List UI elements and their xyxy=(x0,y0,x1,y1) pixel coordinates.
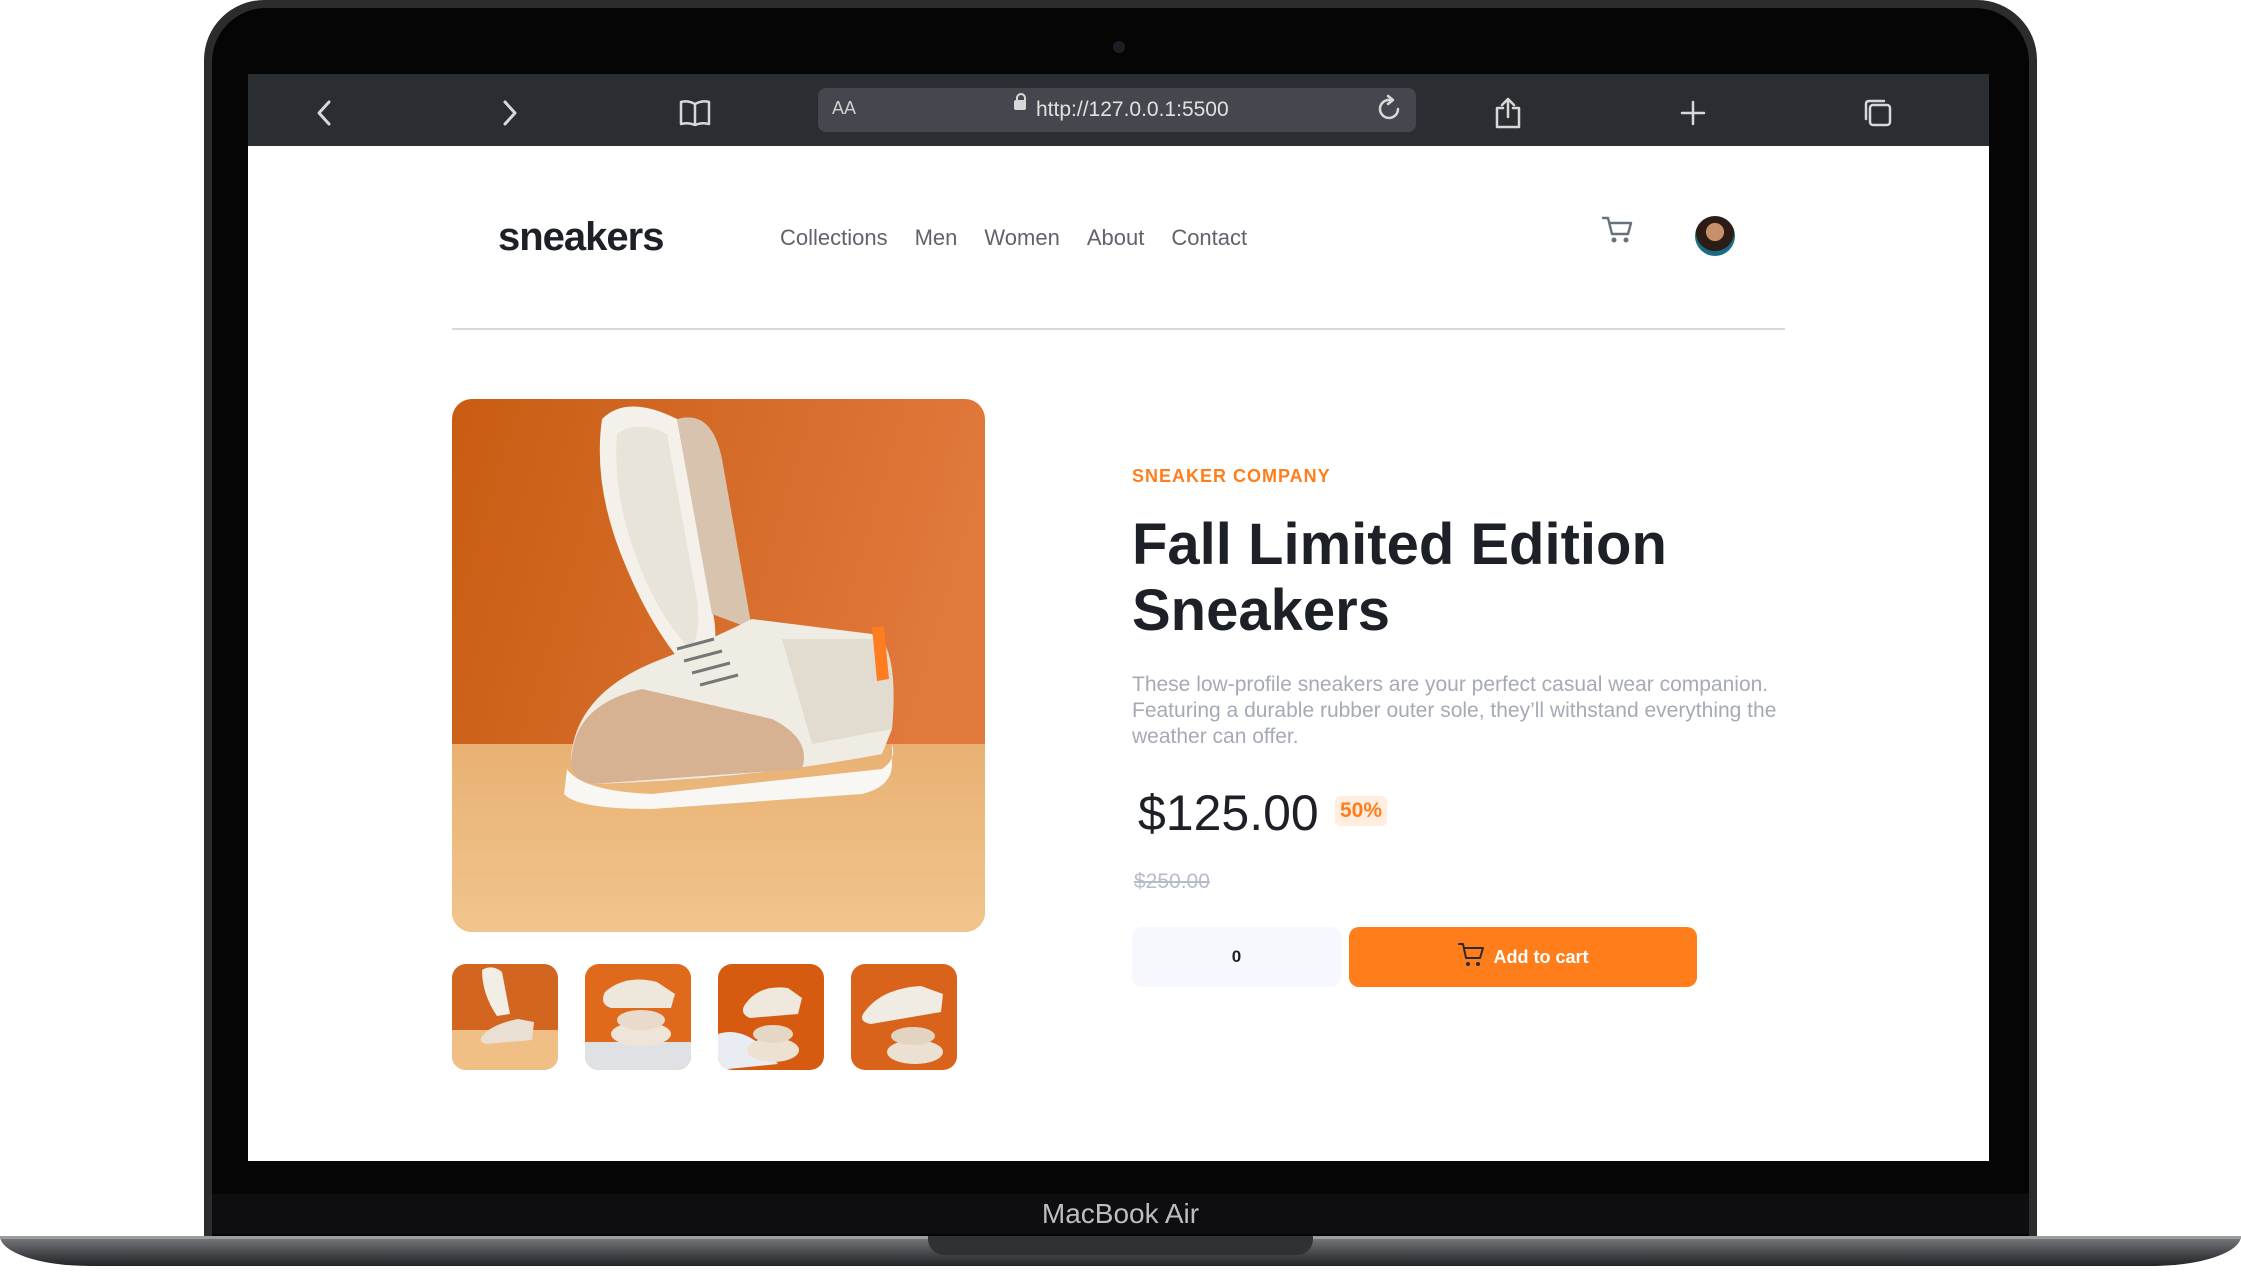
nav-men[interactable]: Men xyxy=(915,225,958,251)
new-tab-icon[interactable] xyxy=(1663,74,1723,146)
company-label: SNEAKER COMPANY xyxy=(1132,466,1331,486)
quantity-stepper[interactable]: 0 xyxy=(1132,927,1341,987)
user-avatar[interactable] xyxy=(1695,216,1735,256)
thumbnail-3[interactable] xyxy=(718,964,824,1070)
cart-icon xyxy=(1457,940,1487,975)
discount-badge: 50% xyxy=(1335,796,1388,826)
thumbnail-2[interactable] xyxy=(585,964,691,1070)
product-price: $125.00 xyxy=(1138,785,1319,841)
reader-aa-icon[interactable]: AA xyxy=(832,98,856,119)
nav-about[interactable]: About xyxy=(1087,225,1145,251)
add-to-cart-button[interactable]: Add to cart xyxy=(1349,927,1697,987)
bookmarks-icon[interactable] xyxy=(665,74,725,146)
original-price: $250.00 xyxy=(1134,870,1210,893)
browser-window: AA http://127.0.0.1:5500 sneakers Collec… xyxy=(248,74,1989,1161)
product-main-image[interactable] xyxy=(452,399,985,932)
product-title: Fall Limited Edition Sneakers xyxy=(1132,512,1667,643)
url-text[interactable]: http://127.0.0.1:5500 xyxy=(1036,98,1229,122)
reload-icon[interactable] xyxy=(1376,92,1404,133)
nav-collections[interactable]: Collections xyxy=(780,225,888,251)
product-description: These low-profile sneakers are your perf… xyxy=(1132,673,1777,748)
nav-contact[interactable]: Contact xyxy=(1171,225,1247,251)
browser-toolbar: AA http://127.0.0.1:5500 xyxy=(248,74,1989,146)
thumbnail-1[interactable] xyxy=(452,964,558,1070)
laptop-notch xyxy=(928,1236,1313,1255)
add-to-cart-label: Add to cart xyxy=(1493,946,1589,967)
address-bar[interactable]: AA http://127.0.0.1:5500 xyxy=(818,88,1416,132)
back-icon[interactable] xyxy=(295,74,355,146)
tabs-overview-icon[interactable] xyxy=(1848,74,1908,146)
header-divider xyxy=(452,328,1785,330)
main-nav: Collections Men Women About Contact xyxy=(780,225,1247,251)
device-label: MacBook Air xyxy=(1041,1198,1200,1229)
lock-icon xyxy=(1014,93,1026,110)
nav-women[interactable]: Women xyxy=(984,225,1059,251)
thumbnail-4[interactable] xyxy=(851,964,957,1070)
cart-icon[interactable] xyxy=(1600,212,1636,248)
webcam xyxy=(1113,41,1125,53)
share-icon[interactable] xyxy=(1478,74,1538,146)
forward-icon[interactable] xyxy=(479,74,539,146)
site-logo[interactable]: sneakers xyxy=(498,215,664,260)
